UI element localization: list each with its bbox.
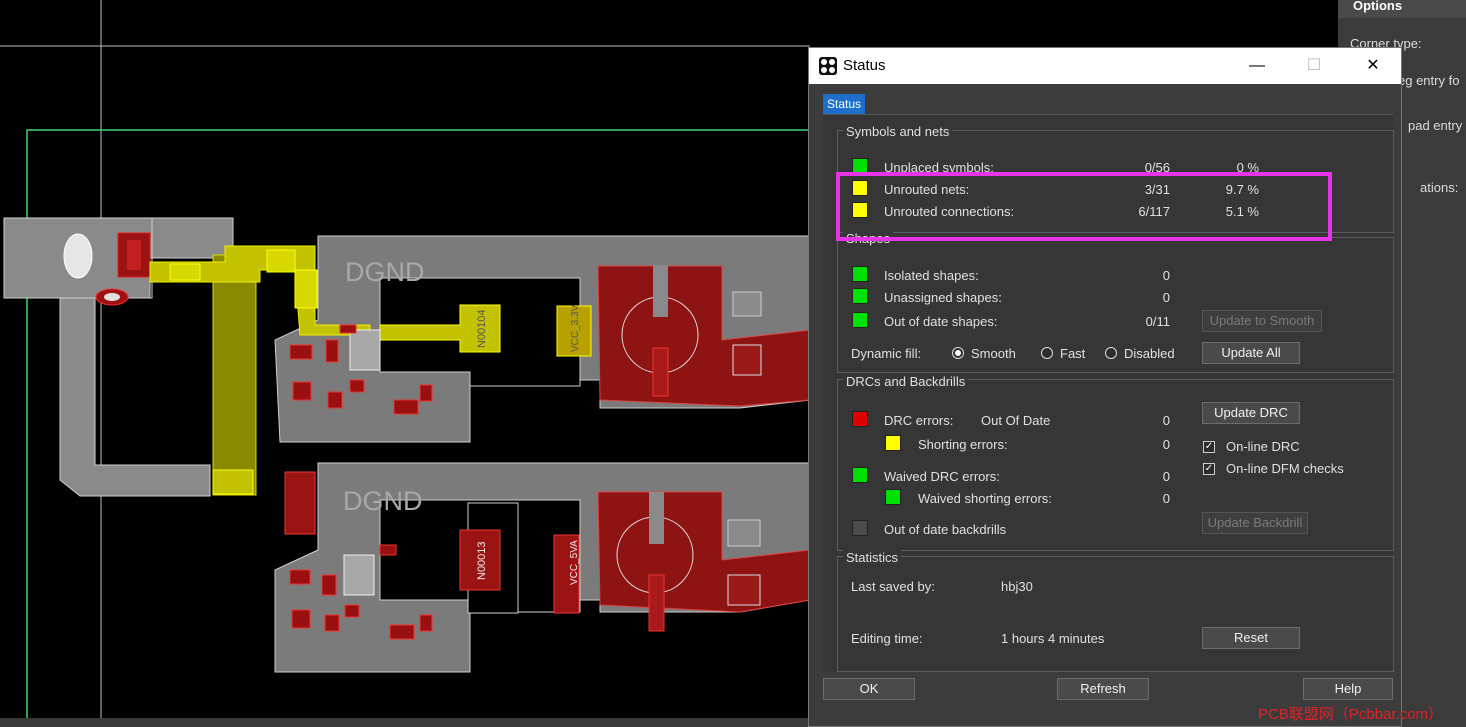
close-icon[interactable]: ✕ xyxy=(1353,54,1393,78)
fill-smooth-label[interactable]: Smooth xyxy=(971,346,1016,361)
pcb-component-n00013: N00013 xyxy=(476,541,488,580)
fill-disabled-radio[interactable] xyxy=(1105,347,1117,359)
pcb-component-n00104: N00104 xyxy=(476,309,488,348)
online-dfm-label[interactable]: On-line DFM checks xyxy=(1226,461,1344,476)
fill-smooth-radio[interactable] xyxy=(952,347,964,359)
status-dialog: Status — ☐ ✕ Status Symbols and nets Unp… xyxy=(808,47,1402,727)
isolated-shapes-label: Isolated shapes: xyxy=(884,268,979,283)
online-drc-label[interactable]: On-line DRC xyxy=(1226,439,1300,454)
dynamic-fill-label: Dynamic fill: xyxy=(851,346,922,361)
backdrills-label: Out of date backdrills xyxy=(884,522,1007,537)
seg-entry-label: eg entry fo xyxy=(1398,73,1460,88)
ations-label: ations: xyxy=(1420,180,1459,195)
app-icon xyxy=(819,57,837,75)
dialog-titlebar[interactable]: Status — ☐ ✕ xyxy=(809,48,1401,84)
drc-errors-indicator xyxy=(852,411,868,427)
drc-errors-count: 0 xyxy=(1162,413,1170,428)
pcb-component-vcc33: VCC_3.3V xyxy=(570,304,581,352)
editing-time-value: 1 hours 4 minutes xyxy=(1001,631,1105,646)
minimize-icon[interactable]: — xyxy=(1237,54,1277,78)
isolated-shapes-count: 0 xyxy=(1162,268,1170,283)
unassigned-shapes-indicator xyxy=(852,288,868,304)
shorting-errors-label: Shorting errors: xyxy=(918,437,1008,452)
pcb-net-label-dgnd-1: DGND xyxy=(345,257,425,287)
pcb-net-label-dgnd-2: DGND xyxy=(343,486,423,516)
refresh-button[interactable]: Refresh xyxy=(1057,678,1149,700)
fill-fast-label[interactable]: Fast xyxy=(1060,346,1085,361)
editing-time-label: Editing time: xyxy=(851,631,923,646)
reset-button[interactable]: Reset xyxy=(1202,627,1300,649)
group-label-symbols-nets: Symbols and nets xyxy=(843,124,953,139)
drc-errors-status: Out Of Date xyxy=(981,413,1051,428)
group-statistics xyxy=(837,556,1394,672)
shorting-errors-count: 0 xyxy=(1162,437,1170,452)
unassigned-shapes-label: Unassigned shapes: xyxy=(884,290,1002,305)
tab-status[interactable]: Status xyxy=(823,94,865,114)
pad-entry-label: pad entry xyxy=(1408,118,1463,133)
update-all-button[interactable]: Update All xyxy=(1202,342,1300,364)
update-to-smooth-button[interactable]: Update to Smooth xyxy=(1202,310,1322,332)
waived-shorting-indicator xyxy=(885,489,901,505)
online-dfm-checkbox[interactable]: ✓ xyxy=(1203,463,1215,475)
unassigned-shapes-count: 0 xyxy=(1162,290,1170,305)
out-of-date-shapes-label: Out of date shapes: xyxy=(884,314,998,329)
group-label-statistics: Statistics xyxy=(843,550,902,565)
drc-errors-label: DRC errors: xyxy=(884,413,954,428)
watermark-text: PCB联盟网（Pcbbar.com） xyxy=(1258,706,1444,723)
out-of-date-shapes-count: 0/11 xyxy=(1145,314,1170,329)
waived-shorting-label: Waived shorting errors: xyxy=(918,491,1052,506)
help-button[interactable]: Help xyxy=(1303,678,1393,700)
fill-disabled-label[interactable]: Disabled xyxy=(1124,346,1175,361)
pcb-component-vcc5va: VCC_5VA xyxy=(569,540,580,585)
options-title: Options xyxy=(1338,0,1466,18)
update-drc-button[interactable]: Update DRC xyxy=(1202,402,1300,424)
backdrills-indicator xyxy=(852,520,868,536)
online-drc-checkbox[interactable]: ✓ xyxy=(1203,441,1215,453)
update-backdrill-button[interactable]: Update Backdrill xyxy=(1202,512,1308,534)
isolated-shapes-indicator xyxy=(852,266,868,282)
dialog-title: Status xyxy=(843,57,886,74)
group-label-drcs: DRCs and Backdrills xyxy=(843,374,969,389)
ok-button[interactable]: OK xyxy=(823,678,915,700)
waived-shorting-count: 0 xyxy=(1162,491,1170,506)
waived-drc-indicator xyxy=(852,467,868,483)
waived-drc-count: 0 xyxy=(1162,469,1170,484)
fill-fast-radio[interactable] xyxy=(1041,347,1053,359)
last-saved-value: hbj30 xyxy=(1001,579,1033,594)
shorting-errors-indicator xyxy=(885,435,901,451)
waived-drc-label: Waived DRC errors: xyxy=(884,469,1000,484)
annotation-highlight-box xyxy=(836,172,1332,241)
maximize-icon[interactable]: ☐ xyxy=(1294,54,1334,78)
last-saved-label: Last saved by: xyxy=(851,579,935,594)
out-of-date-shapes-indicator xyxy=(852,312,868,328)
